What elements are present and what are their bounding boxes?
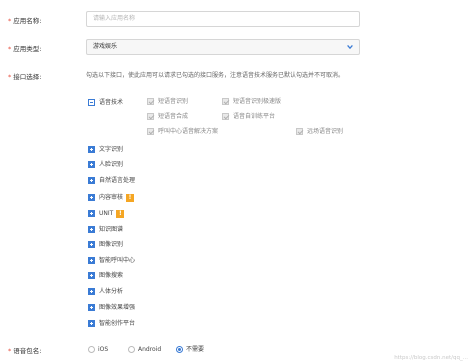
category-nlp[interactable]: 自然语言处理 xyxy=(88,176,135,186)
voice-item-call-center: 呼叫中心语音解决方案 xyxy=(147,127,218,137)
app-type-select[interactable]: 游戏娱乐 xyxy=(86,39,360,55)
category-smart-call-center[interactable]: 智能呼叫中心 xyxy=(88,256,135,266)
expand-icon[interactable] xyxy=(88,161,95,168)
checkbox-checked-disabled xyxy=(147,98,154,105)
category-image-enhance[interactable]: 图像效果增强 xyxy=(88,303,135,313)
collapse-icon[interactable] xyxy=(88,99,95,106)
warning-icon: ! xyxy=(126,193,135,202)
voice-item-self-training: 语音自训练平台 xyxy=(222,112,275,122)
voice-item-short-asr: 短语音识别 xyxy=(147,97,188,107)
warning-icon: ! xyxy=(116,209,125,218)
expand-icon[interactable] xyxy=(88,257,95,264)
app-name-label: * 应用名称: xyxy=(8,17,42,25)
category-content-review[interactable]: 内容审核! xyxy=(88,193,135,203)
checkbox-checked-disabled xyxy=(222,113,229,120)
category-unit[interactable]: UNIT! xyxy=(88,209,125,219)
app-type-label: * 应用类型: xyxy=(8,45,42,53)
package-label: * 语音包名: xyxy=(8,347,42,355)
checkbox-checked-disabled xyxy=(147,128,154,135)
expand-icon[interactable] xyxy=(88,304,95,311)
radio-selected-icon[interactable] xyxy=(176,346,183,353)
expand-icon[interactable] xyxy=(88,177,95,184)
checkbox-checked-disabled xyxy=(222,98,229,105)
radio-icon[interactable] xyxy=(128,346,135,353)
chevron-down-icon xyxy=(347,44,353,50)
category-image-search[interactable]: 图像搜索 xyxy=(88,271,123,281)
expand-icon[interactable] xyxy=(88,272,95,279)
watermark: https://blog.csdn.net/qq_... xyxy=(394,355,468,361)
category-knowledge-graph[interactable]: 知识图谱 xyxy=(88,225,123,235)
radio-icon[interactable] xyxy=(88,346,95,353)
expand-icon[interactable] xyxy=(88,288,95,295)
app-type-value: 游戏娱乐 xyxy=(93,43,118,50)
voice-item-far-field: 远场语音识别 xyxy=(296,127,343,137)
interface-hint: 勾选以下接口，使此应用可以请求已勾选的接口服务，注意语音技术服务已默认勾选并不可… xyxy=(86,72,345,79)
expand-icon[interactable] xyxy=(88,146,95,153)
expand-icon[interactable] xyxy=(88,320,95,327)
expand-icon[interactable] xyxy=(88,194,95,201)
voice-item-short-asr-fast: 短语音识别极速版 xyxy=(222,97,281,107)
category-body-analysis[interactable]: 人体分析 xyxy=(88,287,123,297)
category-face[interactable]: 人脸识别 xyxy=(88,160,123,170)
voice-item-tts: 短语音合成 xyxy=(147,112,188,122)
category-ocr[interactable]: 文字识别 xyxy=(88,145,123,155)
radio-option-android[interactable]: Android xyxy=(128,345,161,355)
category-voice-tech[interactable]: 语音技术 xyxy=(88,98,123,108)
category-creation-platform[interactable]: 智能创作平台 xyxy=(88,319,135,329)
radio-option-ios[interactable]: iOS xyxy=(88,345,108,355)
interface-label: * 接口选择: xyxy=(8,73,42,81)
checkbox-checked-disabled xyxy=(147,113,154,120)
category-image-recognition[interactable]: 图像识别 xyxy=(88,240,123,250)
checkbox-checked-disabled xyxy=(296,128,303,135)
radio-option-none[interactable]: 不需要 xyxy=(176,345,204,355)
expand-icon[interactable] xyxy=(88,226,95,233)
app-name-input[interactable]: 请输入应用名称 xyxy=(86,11,360,27)
expand-icon[interactable] xyxy=(88,210,95,217)
expand-icon[interactable] xyxy=(88,241,95,248)
